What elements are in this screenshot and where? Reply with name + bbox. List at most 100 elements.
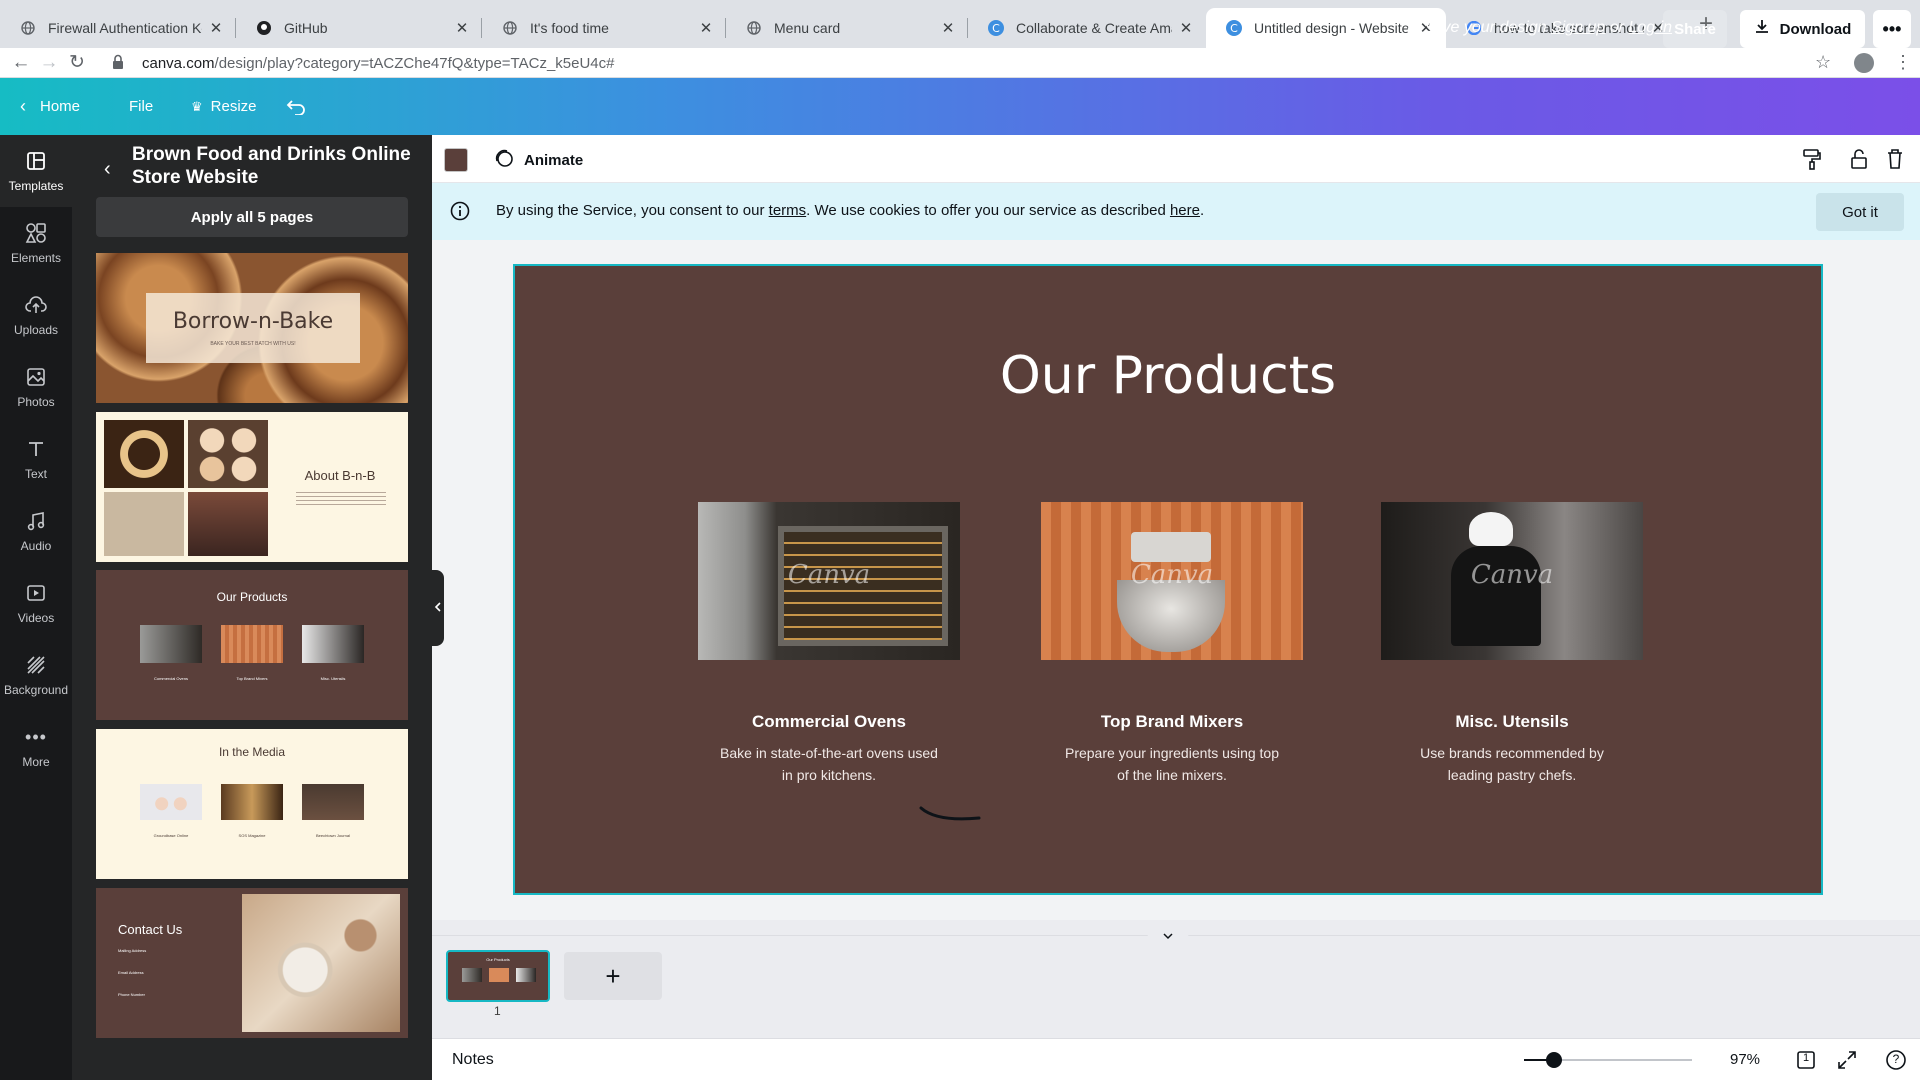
back-arrow-icon[interactable]: ← — [9, 51, 33, 75]
terms-link[interactable]: terms — [769, 202, 807, 219]
product-card[interactable]: Canva Top Brand Mixers Prepare your ingr… — [1041, 502, 1303, 786]
rail-item-videos[interactable]: Videos — [0, 567, 72, 639]
undo-icon[interactable] — [286, 78, 306, 135]
more-options-button[interactable]: ••• — [1873, 10, 1911, 48]
tab-close-icon[interactable]: ✕ — [1178, 19, 1194, 37]
template-page-thumb[interactable]: About B-n-B — [96, 412, 408, 562]
product-card[interactable]: Canva Misc. Utensils Use brands recommen… — [1381, 502, 1643, 786]
back-chevron-icon[interactable]: ‹ — [104, 158, 111, 181]
thumb-caption: Phone Number — [118, 992, 145, 997]
thumb-title: Our Products — [216, 590, 288, 604]
got-it-button[interactable]: Got it — [1816, 193, 1904, 231]
template-page-thumb[interactable]: Contact Us Mailing Address Email Address… — [96, 888, 408, 1038]
lock-icon[interactable] — [112, 54, 124, 75]
browser-tab[interactable]: It's food time ✕ — [482, 8, 726, 48]
product-name[interactable]: Top Brand Mixers — [1041, 712, 1303, 732]
page-count-button[interactable]: 1 — [1795, 1049, 1817, 1071]
copy-style-icon[interactable] — [1800, 147, 1824, 171]
thumb-caption: Commercial Ovens — [153, 676, 188, 681]
trash-icon[interactable] — [1883, 147, 1907, 171]
zoom-slider-handle[interactable] — [1545, 1052, 1562, 1068]
rail-item-photos[interactable]: Photos — [0, 351, 72, 423]
here-link[interactable]: here — [1170, 202, 1200, 219]
product-card[interactable]: Canva Commercial Ovens Bake in state-of-… — [698, 502, 960, 786]
rail-item-audio[interactable]: Audio — [0, 495, 72, 567]
product-name[interactable]: Misc. Utensils — [1381, 712, 1643, 732]
rail-label: Photos — [17, 395, 55, 409]
product-name[interactable]: Commercial Ovens — [698, 712, 960, 732]
product-description[interactable]: Prepare your ingredients using top of th… — [1041, 742, 1303, 786]
tab-title: Menu card — [774, 20, 841, 36]
file-menu-button[interactable]: File — [129, 78, 153, 135]
thumb-caption: Groundbase Online — [153, 833, 189, 838]
rail-item-templates[interactable]: Templates — [0, 135, 72, 207]
hide-pages-chevron-icon[interactable] — [1144, 929, 1192, 943]
product-description[interactable]: Bake in state-of-the-art ovens used in p… — [698, 742, 960, 786]
videos-icon — [24, 581, 48, 605]
chevron-left-icon: ‹ — [20, 96, 26, 116]
mixer-head-graphic — [1131, 532, 1211, 562]
reload-icon[interactable]: ↻ — [65, 51, 89, 75]
browser-tab[interactable]: Menu card ✕ — [726, 8, 968, 48]
tab-close-icon[interactable]: ✕ — [698, 19, 714, 37]
browser-tab[interactable]: C Collaborate & Create Amazing ✕ — [968, 8, 1206, 48]
zoom-level[interactable]: 97% — [1730, 1051, 1760, 1068]
rail-label: Background — [3, 683, 69, 697]
profile-avatar-icon[interactable] — [1854, 53, 1874, 73]
rail-item-uploads[interactable]: Uploads — [0, 279, 72, 351]
help-button[interactable]: ? — [1885, 1049, 1907, 1071]
browser-menu-icon[interactable]: ⋮ — [1894, 52, 1912, 73]
page-thumbnail[interactable]: Our Products — [446, 950, 550, 1002]
tab-title: Collaborate & Create Amazing — [1016, 20, 1172, 36]
browser-tab[interactable]: GitHub ✕ — [236, 8, 482, 48]
browser-tab[interactable]: Firewall Authentication Keepali ✕ — [0, 8, 236, 48]
chef-utensils-photo[interactable]: Canva — [1381, 502, 1643, 660]
rail-item-more[interactable]: ••• More — [0, 711, 72, 783]
tab-close-icon[interactable]: ✕ — [940, 19, 956, 37]
canva-watermark: Canva — [1130, 560, 1214, 590]
unlock-icon[interactable] — [1847, 147, 1871, 171]
home-button[interactable]: ‹ Home — [20, 78, 80, 135]
fullscreen-icon[interactable] — [1836, 1049, 1858, 1071]
panel-collapse-handle[interactable] — [432, 570, 444, 646]
thumb-caption: Misc. Utensils — [320, 676, 346, 681]
rail-item-background[interactable]: Background — [0, 639, 72, 711]
download-button[interactable]: Download — [1740, 10, 1865, 48]
notes-button[interactable]: Notes — [452, 1051, 494, 1069]
animate-button[interactable]: Animate — [494, 148, 583, 172]
resize-button[interactable]: ♛ Resize — [191, 78, 257, 135]
rail-label: More — [22, 755, 50, 769]
template-page-thumb[interactable]: Borrow-n-Bake BAKE YOUR BEST BATCH WITH … — [96, 253, 408, 403]
rail-item-text[interactable]: Text — [0, 423, 72, 495]
url-field[interactable]: canva.com/design/play?category=tACZChe47… — [142, 55, 615, 72]
text-icon — [24, 437, 48, 461]
commercial-oven-photo[interactable]: Canva — [698, 502, 960, 660]
crown-icon: ♛ — [191, 98, 203, 114]
bookmark-star-icon[interactable]: ☆ — [1815, 52, 1831, 73]
page-thumb-title: Our Products — [486, 957, 510, 962]
address-bar: ← → ↻ canva.com/design/play?category=tAC… — [0, 48, 1920, 78]
background-color-swatch[interactable] — [444, 148, 468, 172]
canva-icon: C — [988, 20, 1004, 36]
thumb-caption: Mailing Address — [118, 948, 147, 953]
thumb-caption: SOS Magazine — [238, 833, 266, 838]
share-button[interactable]: Share — [1663, 10, 1727, 48]
tab-close-icon[interactable]: ✕ — [208, 19, 224, 37]
mixer-photo[interactable]: Canva — [1041, 502, 1303, 660]
info-icon — [450, 201, 470, 226]
mixer-bowl-graphic — [1117, 580, 1225, 652]
tab-close-icon[interactable]: ✕ — [454, 19, 470, 37]
template-page-thumb[interactable]: In the Media Groundbase Online SOS Magaz… — [96, 729, 408, 879]
slide-title[interactable]: Our Products — [515, 346, 1821, 406]
template-page-thumb[interactable]: Our Products Commercial Ovens Top Brand … — [96, 570, 408, 720]
sign-up-link[interactable]: Sign up — [1551, 19, 1605, 36]
rail-label: Uploads — [13, 323, 59, 337]
canvas-scrollbar[interactable] — [1905, 240, 1920, 920]
product-description[interactable]: Use brands recommended by leading pastry… — [1381, 742, 1643, 786]
rail-item-elements[interactable]: Elements — [0, 207, 72, 279]
forward-arrow-icon[interactable]: → — [37, 51, 61, 75]
apply-all-pages-button[interactable]: Apply all 5 pages — [96, 197, 408, 237]
thumb-photo — [104, 420, 184, 488]
add-page-button[interactable]: + — [564, 952, 662, 1000]
design-page[interactable]: Our Products Canva Commercial Ovens Bake… — [513, 264, 1823, 895]
